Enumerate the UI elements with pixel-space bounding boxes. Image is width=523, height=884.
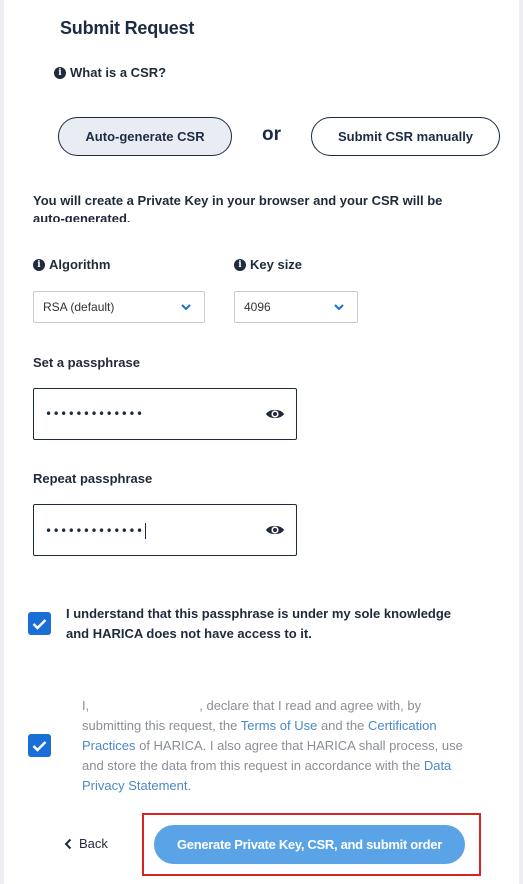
info-icon: i <box>54 66 66 79</box>
auto-generate-description: You will create a Private Key in your br… <box>33 193 443 222</box>
page-title: Submit Request <box>60 18 195 38</box>
acknowledge-checkbox[interactable] <box>28 612 51 635</box>
algorithm-select[interactable]: RSA (default) <box>33 291 205 323</box>
consent-part4: of HARICA. I also agree that HARICA shal… <box>82 738 463 773</box>
algorithm-label: i Algorithm <box>33 257 110 272</box>
repeat-passphrase-dots: ••••••••••••• <box>45 524 144 538</box>
or-separator: or <box>262 124 281 145</box>
chevron-down-icon <box>181 304 191 311</box>
key-size-select[interactable]: 4096 <box>234 291 358 323</box>
chevron-left-icon <box>64 838 72 849</box>
algorithm-label-text: Algorithm <box>49 257 111 272</box>
checkmark-icon <box>32 618 47 630</box>
consent-checkbox[interactable] <box>28 734 51 757</box>
eye-icon[interactable] <box>265 406 285 422</box>
consent-part1: I, <box>82 698 90 713</box>
auto-generate-csr-button[interactable]: Auto-generate CSR <box>58 117 232 156</box>
back-button[interactable]: Back <box>64 836 108 851</box>
eye-icon[interactable] <box>265 522 285 538</box>
left-frame <box>0 0 4 884</box>
text-cursor <box>144 523 146 539</box>
consent-part5: . <box>187 778 192 793</box>
key-size-label: i Key size <box>234 257 302 272</box>
submit-csr-manually-button[interactable]: Submit CSR manually <box>311 117 500 156</box>
repeat-passphrase-masked-value: ••••••••••••• <box>45 523 146 539</box>
repeat-passphrase-input[interactable]: ••••••••••••• <box>33 504 297 556</box>
acknowledge-text: I understand that this passphrase is und… <box>66 606 452 641</box>
back-label: Back <box>79 836 108 851</box>
passphrase-label: Set a passphrase <box>33 355 140 370</box>
chevron-down-icon <box>334 304 344 311</box>
consent-text: I,, declare that I read and agree with, … <box>82 696 467 796</box>
what-is-csr-label: What is a CSR? <box>70 65 167 80</box>
checkmark-icon <box>32 740 47 752</box>
repeat-passphrase-label: Repeat passphrase <box>33 471 153 486</box>
passphrase-input[interactable]: ••••••••••••• <box>33 388 297 440</box>
passphrase-masked-value: ••••••••••••• <box>45 407 144 421</box>
key-size-value: 4096 <box>244 300 271 314</box>
highlight-box <box>142 813 481 876</box>
info-icon[interactable]: i <box>33 258 45 271</box>
consent-part3: and the <box>320 718 365 733</box>
key-size-label-text: Key size <box>250 257 303 272</box>
info-icon[interactable]: i <box>234 258 246 271</box>
terms-of-use-link[interactable]: Terms of Use <box>241 718 318 733</box>
right-frame <box>519 0 523 884</box>
what-is-csr-link[interactable]: i What is a CSR? <box>54 65 166 80</box>
algorithm-value: RSA (default) <box>43 300 115 314</box>
